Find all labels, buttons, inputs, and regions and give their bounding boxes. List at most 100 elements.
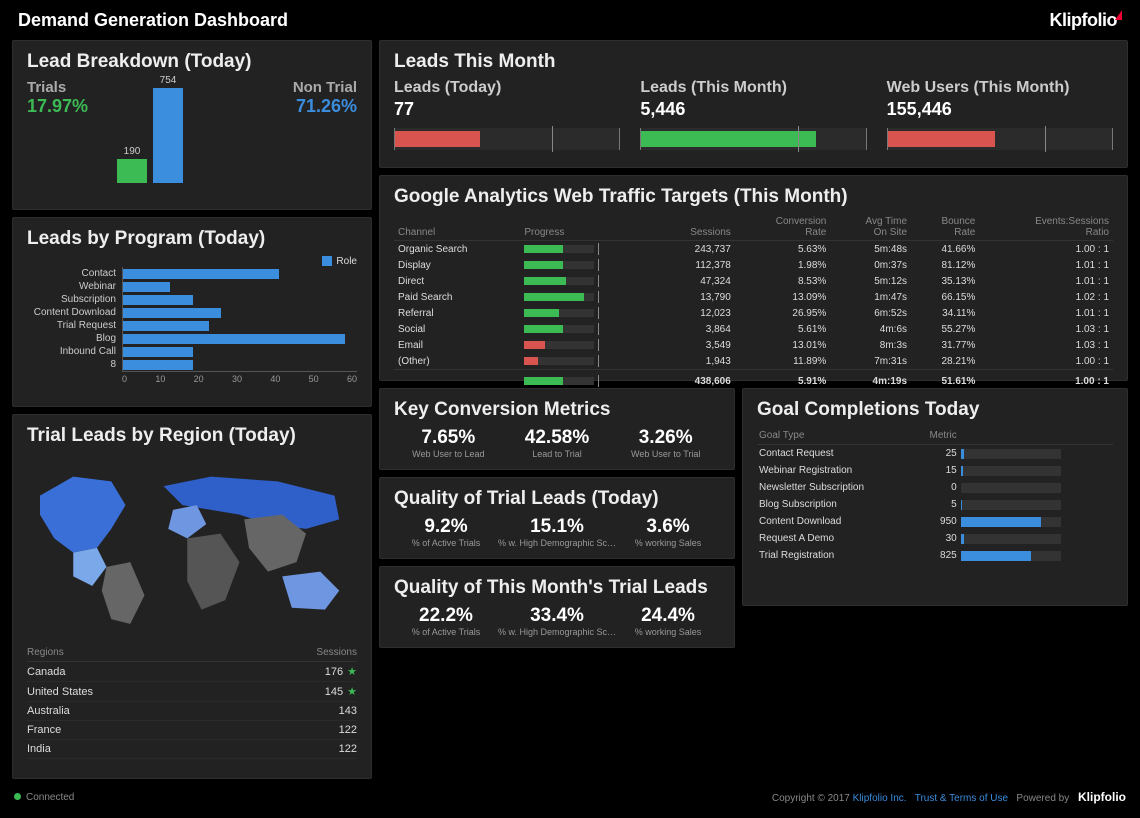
gc-col-type: Goal Type <box>757 427 919 445</box>
ga-row[interactable]: Organic Search 243,7375.63%5m:48s41.66%1… <box>394 241 1113 258</box>
metric: 3.6%% working Sales <box>616 516 720 548</box>
col-sessions: Sessions <box>231 644 357 662</box>
program-bar-row <box>123 345 357 358</box>
region-table: Regions Sessions Canada176★United States… <box>27 644 357 759</box>
leads-month-title: Leads This Month <box>394 51 1113 73</box>
goal-row[interactable]: Newsletter Subscription0 <box>757 479 1113 496</box>
ga-row[interactable]: Direct 47,3248.53%5m:12s35.13%1.01 : 1 <box>394 273 1113 289</box>
program-bar-row <box>123 319 357 332</box>
goal-row[interactable]: Blog Subscription5 <box>757 496 1113 513</box>
program-bar-row <box>123 332 357 345</box>
goal-row[interactable]: Webinar Registration15 <box>757 462 1113 479</box>
card-goal-completions: Goal Completions Today Goal Type Metric … <box>742 388 1128 606</box>
qtoday-title: Quality of Trial Leads (Today) <box>394 488 720 510</box>
program-label: Trial Request <box>27 319 116 332</box>
program-label: Inbound Call <box>27 345 116 358</box>
program-bar-row <box>123 293 357 306</box>
leads-by-program-title: Leads by Program (Today) <box>27 228 357 250</box>
card-quality-today: Quality of Trial Leads (Today) 9.2%% of … <box>379 477 735 559</box>
ga-row[interactable]: Social 3,8645.61%4m:6s55.27%1.03 : 1 <box>394 321 1113 337</box>
metric: 22.2%% of Active Trials <box>394 605 498 637</box>
region-row[interactable]: United States145★ <box>27 682 357 702</box>
leads-month-metric: Leads (This Month)5,446 <box>640 79 866 150</box>
ga-col: Sessions <box>656 214 735 241</box>
ga-col: Progress <box>520 214 655 241</box>
footer: Connected Copyright © 2017 Klipfolio Inc… <box>0 784 1140 804</box>
link-klipfolio-inc[interactable]: Klipfolio Inc. <box>853 793 907 804</box>
metric: 9.2%% of Active Trials <box>394 516 498 548</box>
nontrial-label: Non Trial <box>257 79 357 96</box>
goal-row[interactable]: Request A Demo30 <box>757 530 1113 547</box>
col-regions: Regions <box>27 644 231 662</box>
ga-row[interactable]: Paid Search 13,79013.09%1m:47s66.15%1.02… <box>394 289 1113 305</box>
region-row[interactable]: India122 <box>27 740 357 759</box>
qmonth-title: Quality of This Month's Trial Leads <box>394 577 720 599</box>
program-bar-row <box>123 280 357 293</box>
progress-bar <box>887 128 1113 150</box>
program-label: Blog <box>27 332 116 345</box>
region-title: Trial Leads by Region (Today) <box>27 425 357 447</box>
leads-month-metric: Web Users (This Month)155,446 <box>887 79 1113 150</box>
ga-row[interactable]: Referral 12,02326.95%6m:52s34.11%1.01 : … <box>394 305 1113 321</box>
ga-row[interactable]: (Other) 1,94311.89%7m:31s28.21%1.00 : 1 <box>394 353 1113 370</box>
program-label: Subscription <box>27 293 116 306</box>
metric: 33.4%% w. High Demographic Sc… <box>498 605 616 637</box>
card-key-conversion: Key Conversion Metrics 7.65%Web User to … <box>379 388 735 470</box>
progress-bar <box>394 128 620 150</box>
metric: 24.4%% working Sales <box>616 605 720 637</box>
connection-status: Connected <box>14 792 74 803</box>
kcm-title: Key Conversion Metrics <box>394 399 720 421</box>
trials-label: Trials <box>27 79 107 96</box>
program-label: 8 <box>27 358 116 371</box>
lead-breakdown-bars: 190754 <box>117 73 183 183</box>
metric: 3.26%Web User to Trial <box>611 427 720 459</box>
program-bar-row <box>123 358 357 371</box>
card-quality-month: Quality of This Month's Trial Leads 22.2… <box>379 566 735 648</box>
region-row[interactable]: France122 <box>27 721 357 740</box>
topbar: Demand Generation Dashboard Klipfolio <box>0 0 1140 36</box>
lead-bar: 754 <box>153 75 183 183</box>
ga-row[interactable]: Email 3,54913.01%8m:3s31.77%1.03 : 1 <box>394 337 1113 353</box>
nontrial-pct: 71.26% <box>257 96 357 117</box>
ga-col: Channel <box>394 214 520 241</box>
metric: 15.1%% w. High Demographic Sc… <box>498 516 616 548</box>
legend-role: Role <box>27 256 357 267</box>
goal-row[interactable]: Contact Request25 <box>757 445 1113 463</box>
leads-month-metric: Leads (Today)77 <box>394 79 620 150</box>
program-bar-row <box>123 267 357 280</box>
ga-row[interactable]: Display 112,3781.98%0m:37s81.12%1.01 : 1 <box>394 257 1113 273</box>
program-bar-row <box>123 306 357 319</box>
program-label: Webinar <box>27 280 116 293</box>
footer-logo: Klipfolio <box>1078 790 1126 804</box>
trials-pct: 17.97% <box>27 96 107 117</box>
card-trial-leads-region: Trial Leads by Region (Today) Regions <box>12 414 372 779</box>
ga-title: Google Analytics Web Traffic Targets (Th… <box>394 186 1113 208</box>
ga-col: BounceRate <box>911 214 979 241</box>
card-lead-breakdown: Lead Breakdown (Today) Trials 17.97% 190… <box>12 40 372 210</box>
ga-col: ConversionRate <box>735 214 831 241</box>
gc-col-metric: Metric <box>919 427 959 445</box>
program-label: Content Download <box>27 306 116 319</box>
card-leads-by-program: Leads by Program (Today) Role ContactWeb… <box>12 217 372 407</box>
star-icon: ★ <box>347 686 357 698</box>
lead-bar: 190 <box>117 146 147 183</box>
gc-title: Goal Completions Today <box>757 399 1113 421</box>
metric: 7.65%Web User to Lead <box>394 427 503 459</box>
card-ga-targets: Google Analytics Web Traffic Targets (Th… <box>379 175 1128 381</box>
metric: 42.58%Lead to Trial <box>503 427 612 459</box>
progress-bar <box>640 128 866 150</box>
region-row[interactable]: Canada176★ <box>27 662 357 682</box>
page-title: Demand Generation Dashboard <box>18 10 288 31</box>
star-icon: ★ <box>347 666 357 678</box>
goal-row[interactable]: Content Download950 <box>757 513 1113 530</box>
brand-logo: Klipfolio <box>1050 10 1122 31</box>
ga-col: Avg TimeOn Site <box>830 214 911 241</box>
card-leads-this-month: Leads This Month Leads (Today)77 Leads (… <box>379 40 1128 168</box>
region-row[interactable]: Australia143 <box>27 702 357 721</box>
goal-row[interactable]: Trial Registration825 <box>757 547 1113 564</box>
link-terms[interactable]: Trust & Terms of Use <box>915 793 1008 804</box>
ga-col: Events:SessionsRatio <box>979 214 1113 241</box>
lead-breakdown-title: Lead Breakdown (Today) <box>27 51 357 73</box>
world-map[interactable] <box>21 453 363 638</box>
program-label: Contact <box>27 267 116 280</box>
